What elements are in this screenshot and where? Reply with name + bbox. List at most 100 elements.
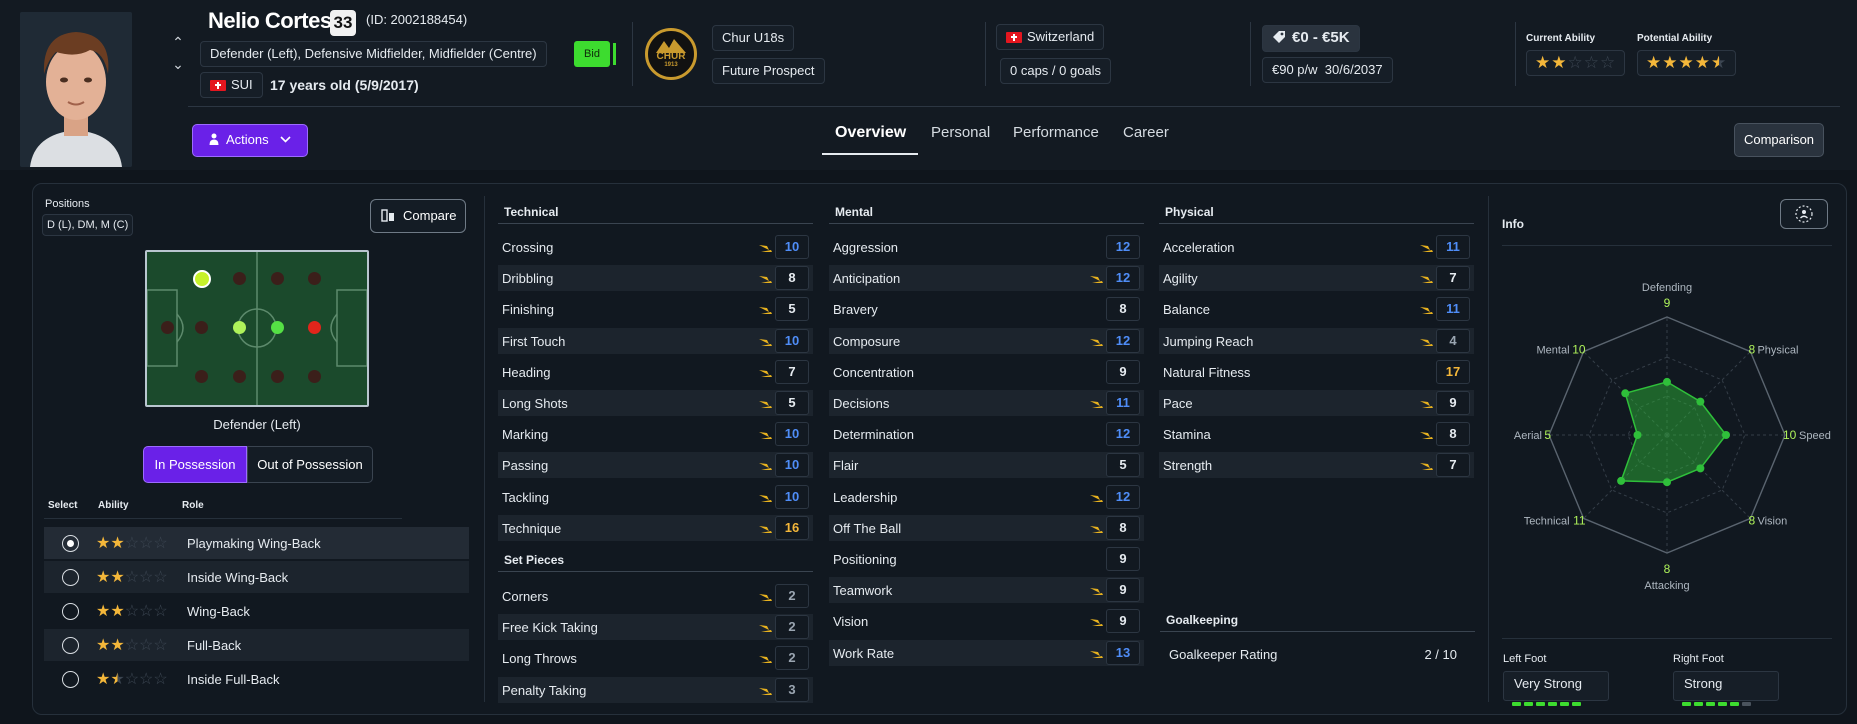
attribute-row[interactable]: Balance 11: [1159, 296, 1474, 322]
attribute-value: 17: [1436, 359, 1470, 384]
position-pitch[interactable]: [145, 250, 369, 407]
pitch-position[interactable]: [195, 370, 208, 383]
attribute-row[interactable]: Jumping Reach 4: [1159, 327, 1474, 354]
pitch-position-mc[interactable]: [271, 321, 284, 334]
attribute-row[interactable]: First Touch 10: [498, 327, 813, 354]
attribute-row[interactable]: Dribbling 8: [498, 265, 813, 292]
actions-button[interactable]: Actions: [192, 124, 308, 157]
attribute-row[interactable]: Vision 9: [829, 608, 1144, 634]
trend-arrow-icon: [759, 369, 772, 377]
pitch-position[interactable]: [161, 321, 174, 334]
role-radio[interactable]: [62, 569, 79, 586]
comparison-button[interactable]: Comparison: [1734, 123, 1824, 157]
attribute-row[interactable]: Positioning 9: [829, 546, 1144, 572]
attribute-row[interactable]: Tackling 10: [498, 484, 813, 510]
attribute-row[interactable]: Passing 10: [498, 452, 813, 479]
tab-career[interactable]: Career: [1123, 124, 1169, 141]
attribute-name: Flair: [833, 458, 859, 474]
trend-arrow-icon: [759, 401, 772, 408]
radar-label: Technical: [1524, 515, 1570, 527]
pitch-position-dm[interactable]: [233, 321, 246, 334]
attribute-row[interactable]: Composure 12: [829, 327, 1144, 354]
section-divider: [498, 571, 813, 572]
role-row[interactable]: ★★☆☆☆ Inside Full-Back: [44, 663, 469, 695]
club-logo[interactable]: CHUR 1913: [645, 28, 697, 80]
attribute-value: 12: [1106, 422, 1140, 447]
club-team-link[interactable]: Chur U18s: [712, 25, 795, 51]
attribute-row[interactable]: Natural Fitness 17: [1159, 359, 1474, 385]
compare-button[interactable]: Compare: [370, 199, 466, 233]
attribute-row[interactable]: Corners 2: [498, 583, 813, 609]
trend-arrow-icon: [759, 525, 772, 533]
attribute-row[interactable]: Agility 7: [1159, 265, 1474, 292]
trend-arrow-icon: [1090, 588, 1103, 596]
attribute-row[interactable]: Anticipation 12: [829, 265, 1144, 292]
attribute-row[interactable]: Flair 5: [829, 452, 1144, 479]
attribute-row[interactable]: Leadership 12: [829, 484, 1144, 510]
attribute-row[interactable]: Decisions 11: [829, 390, 1144, 416]
attribute-row[interactable]: Long Throws 2: [498, 645, 813, 671]
pitch-position-dl[interactable]: [193, 270, 211, 288]
set-pieces-heading: Set Pieces: [504, 553, 565, 567]
pitch-position[interactable]: [308, 321, 321, 334]
attribute-row[interactable]: Technique 16: [498, 514, 813, 541]
attribute-row[interactable]: Off The Ball 8: [829, 514, 1144, 541]
attribute-row[interactable]: Determination 12: [829, 421, 1144, 447]
attribute-name: First Touch: [502, 333, 566, 349]
tab-performance[interactable]: Performance: [1013, 124, 1099, 141]
trend-arrow-icon: [1090, 650, 1103, 658]
attribute-row[interactable]: Bravery 8: [829, 296, 1144, 322]
attribute-row[interactable]: Penalty Taking 3: [498, 676, 813, 703]
previous-player-button[interactable]: ⌃: [168, 32, 188, 52]
role-ability-stars: ★★☆☆☆: [96, 671, 168, 688]
role-row[interactable]: ★★☆☆☆ Wing-Back: [44, 595, 469, 627]
attribute-row[interactable]: Strength 7: [1159, 452, 1474, 479]
tab-personal[interactable]: Personal: [931, 124, 990, 141]
attribute-row[interactable]: Pace 9: [1159, 390, 1474, 416]
header-divider: [985, 22, 986, 86]
out-of-possession-toggle[interactable]: Out of Possession: [247, 446, 373, 483]
pitch-position[interactable]: [271, 272, 284, 285]
swiss-flag-icon: [1006, 32, 1022, 44]
foot-level-segment: [1682, 702, 1691, 706]
pitch-position[interactable]: [233, 370, 246, 383]
role-row[interactable]: ★★☆☆☆ Full-Back: [44, 629, 469, 661]
attribute-row[interactable]: Work Rate 13: [829, 639, 1144, 666]
attribute-row[interactable]: Concentration 9: [829, 359, 1144, 385]
pitch-position[interactable]: [195, 321, 208, 334]
nation-link[interactable]: Switzerland: [996, 24, 1105, 50]
trend-arrow-icon: [1420, 245, 1433, 252]
next-player-button[interactable]: ⌄: [168, 54, 188, 74]
attribute-view-button[interactable]: [1780, 199, 1828, 229]
attribute-row[interactable]: Heading 7: [498, 359, 813, 385]
attribute-row[interactable]: Stamina 8: [1159, 421, 1474, 447]
attribute-value: 16: [775, 515, 809, 540]
attribute-row[interactable]: Marking 10: [498, 421, 813, 447]
swiss-flag-icon: [210, 80, 226, 92]
pitch-position[interactable]: [233, 272, 246, 285]
attribute-row[interactable]: Free Kick Taking 2: [498, 614, 813, 641]
tab-overview[interactable]: Overview: [835, 124, 906, 142]
role-row[interactable]: ★★☆☆☆ Inside Wing-Back: [44, 561, 469, 593]
role-ability-stars: ★★☆☆☆: [96, 535, 168, 552]
trend-arrow-icon: [759, 687, 772, 695]
bid-button[interactable]: Bid: [574, 41, 610, 67]
positions-short: D (L), DM, M (C): [42, 214, 134, 236]
role-row[interactable]: ★★☆☆☆ Playmaking Wing-Back: [44, 527, 469, 559]
pitch-position[interactable]: [308, 272, 321, 285]
attribute-row[interactable]: Acceleration 11: [1159, 234, 1474, 260]
role-radio[interactable]: [62, 603, 79, 620]
attribute-row[interactable]: Long Shots 5: [498, 390, 813, 416]
attribute-row[interactable]: Aggression 12: [829, 234, 1144, 260]
role-radio[interactable]: [62, 637, 79, 654]
attribute-row[interactable]: Crossing 10: [498, 234, 813, 260]
trend-arrow-icon: [759, 594, 772, 601]
attribute-row[interactable]: Teamwork 9: [829, 577, 1144, 604]
in-possession-toggle[interactable]: In Possession: [143, 446, 247, 483]
attribute-row[interactable]: Finishing 5: [498, 296, 813, 322]
role-radio[interactable]: [62, 535, 79, 552]
pitch-position[interactable]: [271, 370, 284, 383]
pitch-position[interactable]: [308, 370, 321, 383]
trend-arrow-icon: [1090, 401, 1103, 408]
role-radio[interactable]: [62, 671, 79, 688]
